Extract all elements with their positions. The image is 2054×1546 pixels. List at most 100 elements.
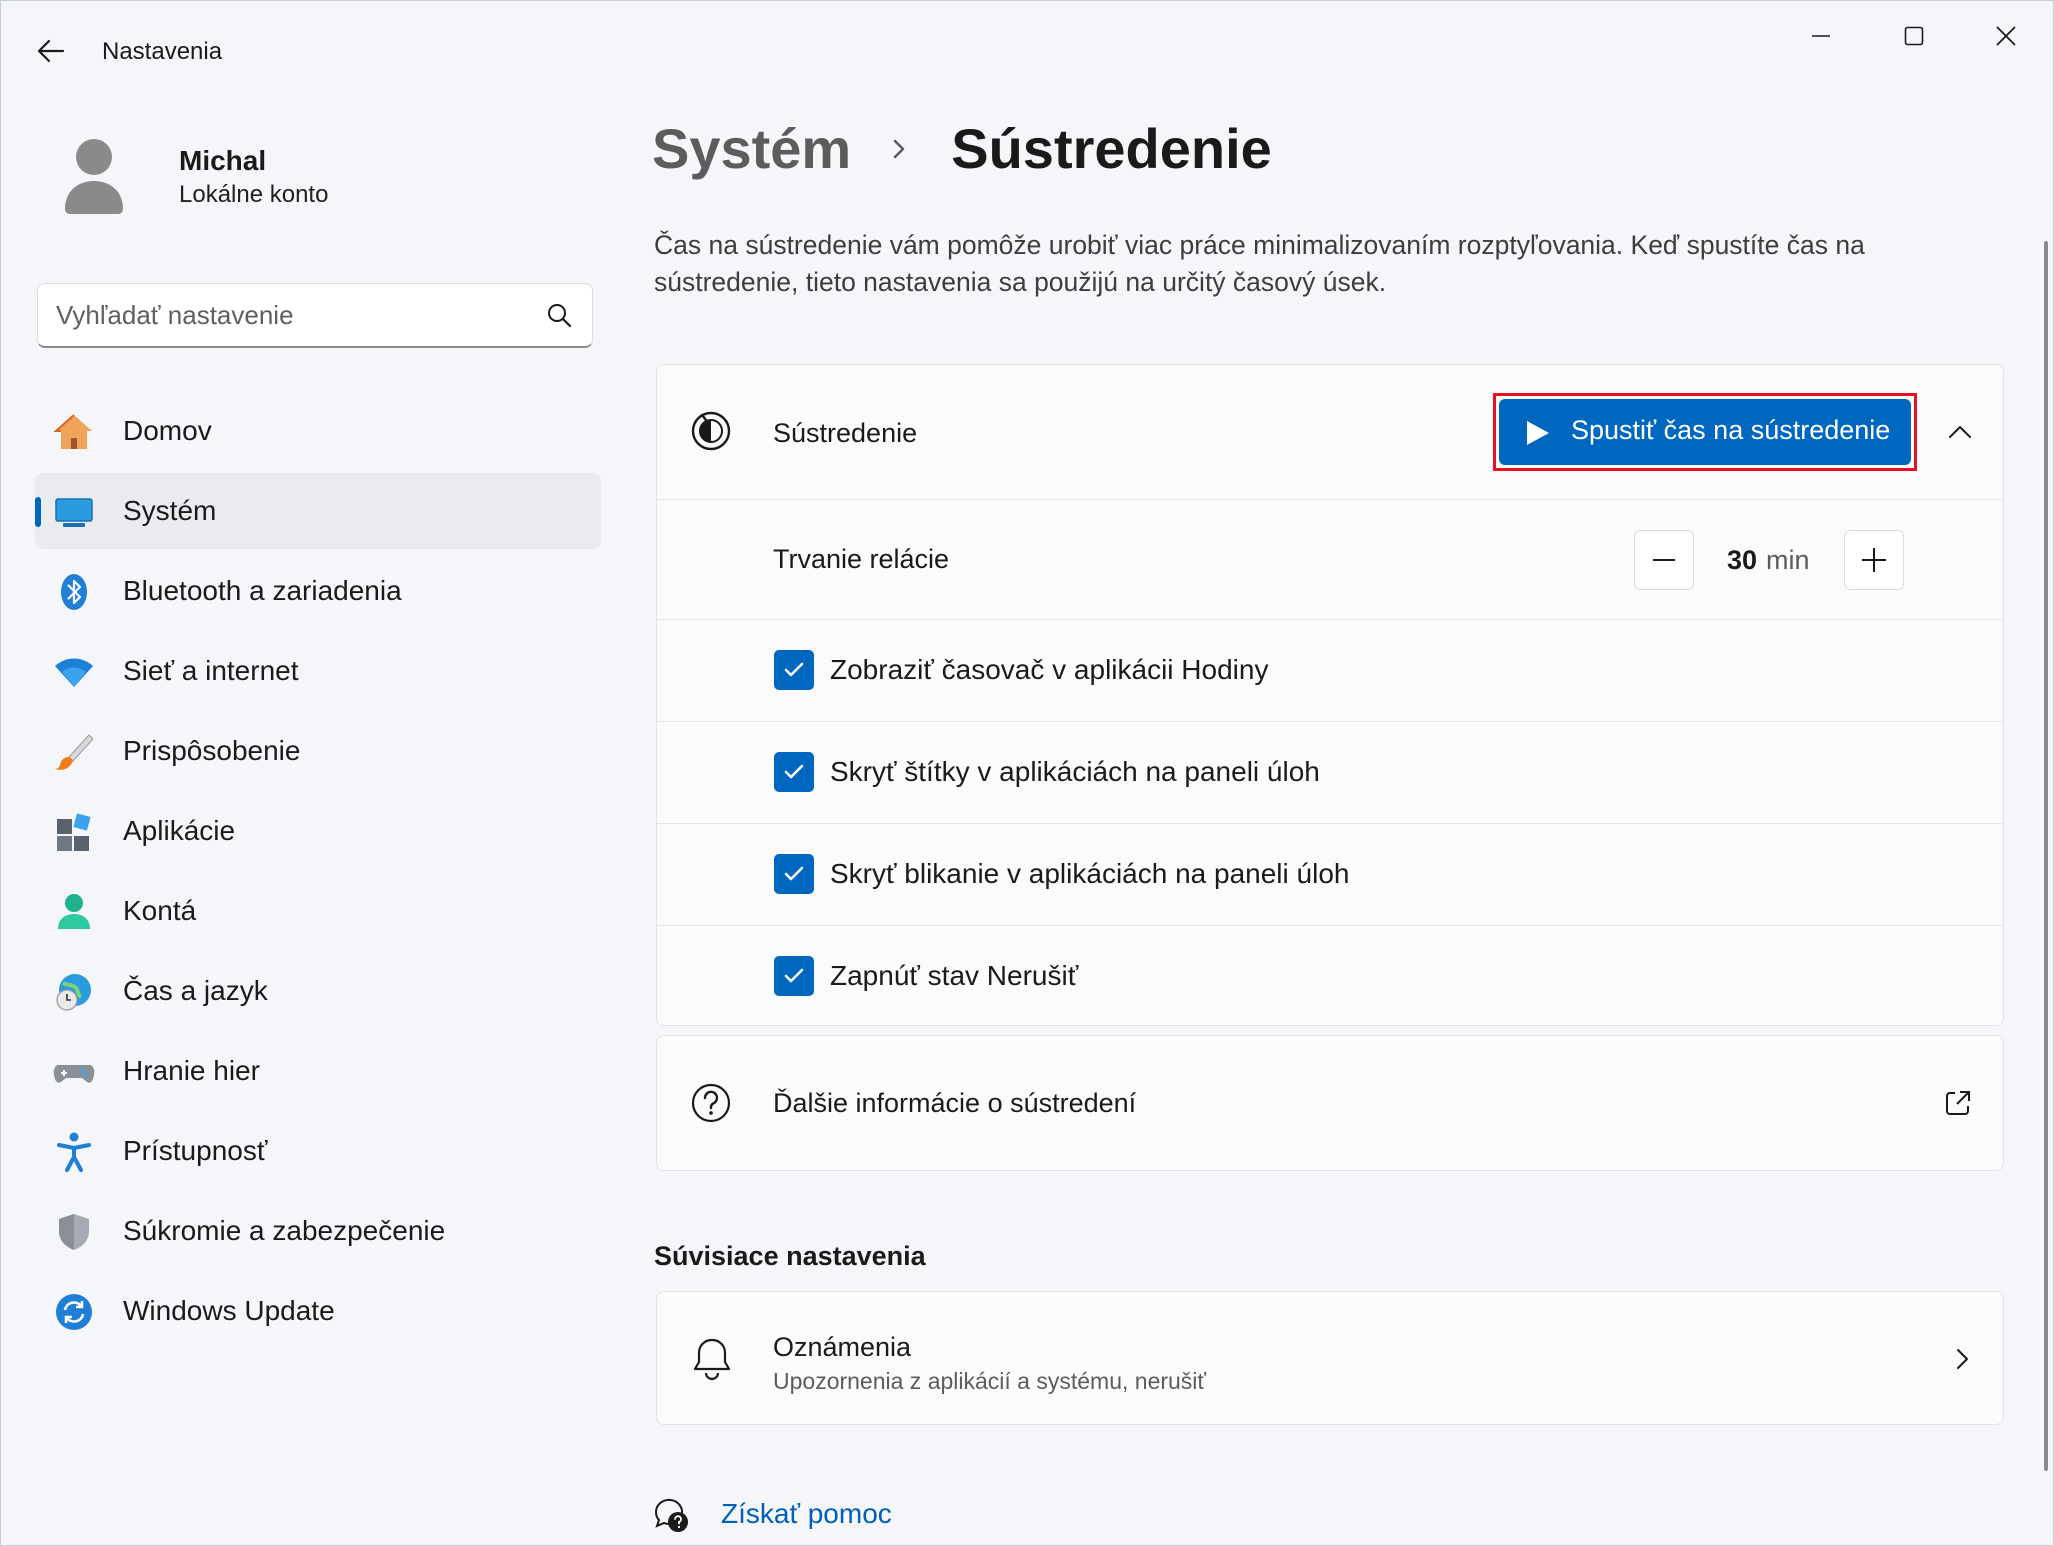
sidebar-item-accounts[interactable]: Kontá xyxy=(35,873,601,949)
sidebar-item-time-language[interactable]: Čas a jazyk xyxy=(35,953,601,1029)
brush-icon xyxy=(53,731,95,773)
help-icon xyxy=(691,1083,731,1123)
sidebar-item-bluetooth[interactable]: Bluetooth a zariadenia xyxy=(35,553,601,629)
hide-badges-label: Skryť štítky v aplikáciách na paneli úlo… xyxy=(830,756,1320,787)
checkmark-icon xyxy=(784,866,804,881)
bluetooth-icon xyxy=(53,571,95,613)
duration-unit: min xyxy=(1766,545,1810,575)
do-not-disturb-label: Zapnúť stav Nerušiť xyxy=(830,960,1079,991)
focus-icon xyxy=(691,411,731,451)
sidebar-item-label: Aplikácie xyxy=(123,815,236,846)
option-row-hide-flashing: Skryť blikanie v aplikáciách na paneli ú… xyxy=(657,823,2003,925)
scrollbar[interactable] xyxy=(2044,241,2048,1471)
focus-header-row: Sústredenie Spustiť čas na sústredenie xyxy=(657,365,2003,499)
sidebar-item-label: Sieť a internet xyxy=(123,655,299,686)
home-icon xyxy=(53,411,95,453)
sidebar-item-windows-update[interactable]: Windows Update xyxy=(35,1273,601,1349)
plus-icon xyxy=(1862,548,1886,572)
checkmark-icon xyxy=(784,968,804,983)
maximize-icon xyxy=(1904,26,1924,46)
duration-value: 30 xyxy=(1727,545,1758,575)
duration-label: Trvanie relácie xyxy=(773,544,950,574)
show-timer-checkbox[interactable] xyxy=(774,650,814,690)
more-info-label: Ďalšie informácie o sústredení xyxy=(773,1088,1137,1118)
show-timer-label: Zobraziť časovač v aplikácii Hodiny xyxy=(830,654,1269,685)
breadcrumb-parent[interactable]: Systém xyxy=(652,116,851,181)
hide-flashing-checkbox[interactable] xyxy=(774,854,814,894)
wifi-icon xyxy=(53,651,95,693)
related-settings-title: Súvisiace nastavenia xyxy=(654,1241,926,1271)
sidebar-item-label: Windows Update xyxy=(123,1295,335,1326)
sidebar-item-label: Kontá xyxy=(123,895,197,926)
sidebar-item-label: Súkromie a zabezpečenie xyxy=(123,1215,446,1246)
notifications-subtitle: Upozornenia z aplikácií a systému, neruš… xyxy=(773,1368,1207,1394)
sidebar-item-system[interactable]: Systém xyxy=(35,473,601,549)
sidebar-item-label: Čas a jazyk xyxy=(123,975,268,1006)
sidebar-item-home[interactable]: Domov xyxy=(35,393,601,469)
chevron-right-icon xyxy=(887,129,911,169)
sidebar-item-personalization[interactable]: Prispôsobenie xyxy=(35,713,601,789)
checkmark-icon xyxy=(784,764,804,779)
get-help-icon xyxy=(654,1498,688,1532)
duration-row: Trvanie relácie 30 min xyxy=(657,499,2003,619)
get-help-link[interactable]: Získať pomoc xyxy=(721,1498,892,1530)
hide-badges-checkbox[interactable] xyxy=(774,752,814,792)
search-box xyxy=(37,283,593,348)
focus-title: Sústredenie xyxy=(773,418,918,448)
sidebar-item-label: Bluetooth a zariadenia xyxy=(123,575,402,606)
duration-increase-button[interactable] xyxy=(1844,530,1904,590)
start-focus-label: Spustiť čas na sústredenie xyxy=(1571,415,1891,445)
title-bar: Nastavenia xyxy=(1,1,2053,101)
back-button[interactable] xyxy=(31,31,71,71)
system-icon xyxy=(53,491,95,533)
sidebar-item-label: Prispôsobenie xyxy=(123,735,301,766)
option-row-do-not-disturb: Zapnúť stav Nerušiť xyxy=(657,925,2003,1027)
checkmark-icon xyxy=(784,662,804,677)
notifications-title: Oznámenia xyxy=(773,1332,912,1362)
page-title: Sústredenie xyxy=(951,117,1272,180)
sidebar-nav: Domov Systém Bluetooth a zariadenia Sieť… xyxy=(35,393,601,1353)
sidebar-item-accessibility[interactable]: Prístupnosť xyxy=(35,1113,601,1189)
avatar xyxy=(65,139,123,214)
apps-icon xyxy=(53,811,95,853)
gamepad-icon xyxy=(53,1051,95,1093)
sidebar-item-label: Systém xyxy=(123,495,217,526)
more-info-card[interactable]: Ďalšie informácie o sústredení xyxy=(656,1035,2004,1171)
sidebar-item-gaming[interactable]: Hranie hier xyxy=(35,1033,601,1109)
user-name: Michal xyxy=(179,145,267,176)
sidebar-item-network[interactable]: Sieť a internet xyxy=(35,633,601,709)
start-focus-button[interactable]: Spustiť čas na sústredenie xyxy=(1499,399,1911,465)
search-icon[interactable] xyxy=(546,302,572,328)
chevron-right-icon xyxy=(1957,1349,1968,1369)
do-not-disturb-checkbox[interactable] xyxy=(774,956,814,996)
notifications-card[interactable]: Oznámenia Upozornenia z aplikácií a syst… xyxy=(656,1291,2004,1425)
minimize-button[interactable] xyxy=(1781,11,1861,61)
option-row-hide-badges: Skryť štítky v aplikáciách na paneli úlo… xyxy=(657,721,2003,823)
hide-flashing-label: Skryť blikanie v aplikáciách na paneli ú… xyxy=(830,858,1350,889)
sidebar-item-label: Domov xyxy=(123,415,212,446)
maximize-button[interactable] xyxy=(1874,11,1954,61)
page-description: Čas na sústredenie vám pomôže urobiť via… xyxy=(654,230,1865,297)
globe-clock-icon xyxy=(53,971,95,1013)
duration-decrease-button[interactable] xyxy=(1634,530,1694,590)
focus-card: Sústredenie Spustiť čas na sústredenie T… xyxy=(656,364,2004,1026)
bell-icon xyxy=(693,1338,731,1381)
sidebar-item-apps[interactable]: Aplikácie xyxy=(35,793,601,869)
shield-icon xyxy=(53,1211,95,1253)
chevron-up-icon[interactable] xyxy=(1943,415,1977,449)
account-icon xyxy=(53,891,95,933)
close-button[interactable] xyxy=(1966,11,2046,61)
minus-icon xyxy=(1653,559,1675,561)
option-row-show-timer: Zobraziť časovač v aplikácii Hodiny xyxy=(657,619,2003,721)
settings-window: Nastavenia Michal Lokálne konto Domov xyxy=(0,0,2054,1546)
arrow-left-icon xyxy=(37,39,65,63)
sidebar-item-label: Hranie hier xyxy=(123,1055,260,1086)
search-input[interactable] xyxy=(56,284,536,346)
play-icon xyxy=(1527,421,1549,445)
sidebar-item-privacy[interactable]: Súkromie a zabezpečenie xyxy=(35,1193,601,1269)
update-icon xyxy=(53,1291,95,1333)
breadcrumb: Systém Sústredenie xyxy=(652,116,1272,181)
app-title: Nastavenia xyxy=(102,38,223,65)
close-icon xyxy=(1996,26,2016,46)
minimize-icon xyxy=(1812,35,1830,37)
